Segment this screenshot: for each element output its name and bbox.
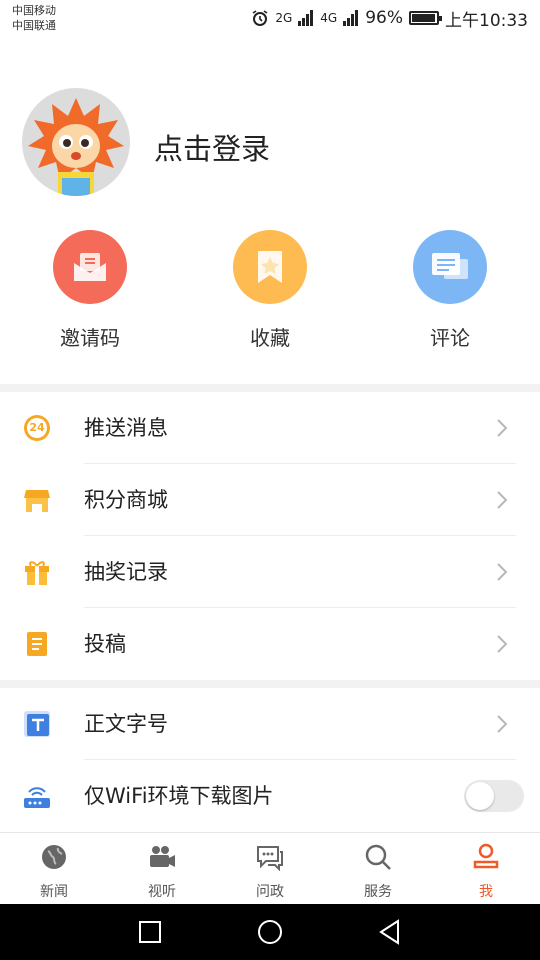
store-icon <box>23 486 51 514</box>
network-4g-label: 4G <box>320 11 338 25</box>
signal-icon-2 <box>343 10 359 26</box>
push-badge-icon: 24 <box>23 414 51 442</box>
battery-fill <box>412 14 435 22</box>
recent-apps-icon[interactable] <box>136 918 164 946</box>
section-divider <box>0 680 540 688</box>
status-bar: 中国移动 中国联通 2G 4G 96% 上午10:33 <box>0 0 540 40</box>
search-icon <box>365 844 391 870</box>
invite-code-icon-circle <box>53 230 127 304</box>
alarm-icon <box>252 10 268 26</box>
tab-services[interactable]: 服务 <box>324 833 432 905</box>
user-icon <box>473 843 499 869</box>
network-2g-label: 2G <box>275 11 293 25</box>
chevron-right-icon <box>497 715 508 733</box>
invite-code-button[interactable]: 邀请码 <box>0 230 180 351</box>
chevron-right-icon <box>497 491 508 509</box>
bookmark-star-icon <box>258 251 282 283</box>
menu-item-lottery-records[interactable]: 抽奖记录 <box>0 536 540 608</box>
tab-news-label: 新闻 <box>40 884 68 900</box>
gift-icon <box>23 558 51 586</box>
comments-button[interactable]: 评论 <box>360 230 540 351</box>
status-icons: 2G 4G 96% 上午10:33 <box>251 6 528 31</box>
tab-politics-label: 问政 <box>256 884 284 900</box>
toggle-knob <box>466 782 494 810</box>
video-camera-icon <box>150 846 175 867</box>
battery-icon <box>409 11 442 25</box>
font-size-label: 正文字号 <box>84 712 168 736</box>
menu-item-points-mall[interactable]: 积分商城 <box>0 464 540 536</box>
tab-video[interactable]: 视听 <box>108 833 216 905</box>
carrier-info: 中国移动 中国联通 <box>12 3 56 33</box>
menu-item-font-size[interactable]: 正文字号 <box>0 688 540 760</box>
envelope-icon <box>74 253 106 281</box>
push-badge-number: 24 <box>29 421 45 434</box>
push-messages-label: 推送消息 <box>84 416 168 440</box>
font-size-icon <box>23 710 51 738</box>
login-link[interactable]: 点击登录 <box>154 126 270 168</box>
menu-item-push-messages[interactable]: 24 推送消息 <box>0 392 540 464</box>
avatar[interactable] <box>22 88 130 196</box>
tab-me-label: 我 <box>479 884 493 900</box>
submit-article-label: 投稿 <box>84 632 126 656</box>
chat-icon <box>257 846 283 871</box>
back-icon[interactable] <box>376 918 404 946</box>
favorites-icon-circle <box>233 230 307 304</box>
carrier-2: 中国联通 <box>12 19 56 32</box>
tab-politics[interactable]: 问政 <box>216 833 324 905</box>
menu-item-submit-article[interactable]: 投稿 <box>0 608 540 680</box>
wifi-only-toggle[interactable] <box>464 780 524 812</box>
menu-item-wifi-only-images: 仅WiFi环境下载图片 <box>0 760 540 832</box>
battery-percent: 96% <box>365 8 403 28</box>
chevron-right-icon <box>497 635 508 653</box>
bottom-tab-bar: 新闻 视听 问政 服务 我 <box>0 832 540 904</box>
lottery-records-label: 抽奖记录 <box>84 560 168 584</box>
carrier-1: 中国移动 <box>12 4 56 17</box>
globe-icon <box>42 845 66 869</box>
tab-news[interactable]: 新闻 <box>0 833 108 905</box>
tab-video-label: 视听 <box>148 884 176 900</box>
favorites-button[interactable]: 收藏 <box>180 230 360 351</box>
comments-label: 评论 <box>430 326 470 350</box>
chat-bubble-icon <box>432 253 468 279</box>
tab-services-label: 服务 <box>364 884 392 900</box>
chevron-right-icon <box>497 419 508 437</box>
home-icon[interactable] <box>256 918 284 946</box>
invite-code-label: 邀请码 <box>60 326 120 350</box>
wifi-router-icon <box>23 782 51 810</box>
section-divider <box>0 384 540 392</box>
clock: 上午10:33 <box>445 10 528 31</box>
mascot-avatar-icon <box>28 98 124 196</box>
favorites-label: 收藏 <box>250 326 290 350</box>
notebook-icon <box>23 630 51 658</box>
signal-icon <box>298 10 314 26</box>
chevron-right-icon <box>497 563 508 581</box>
system-nav-bar <box>0 904 540 960</box>
points-mall-label: 积分商城 <box>84 488 168 512</box>
wifi-only-images-label: 仅WiFi环境下载图片 <box>84 784 274 808</box>
tab-me[interactable]: 我 <box>432 833 540 905</box>
comments-icon-circle <box>413 230 487 304</box>
